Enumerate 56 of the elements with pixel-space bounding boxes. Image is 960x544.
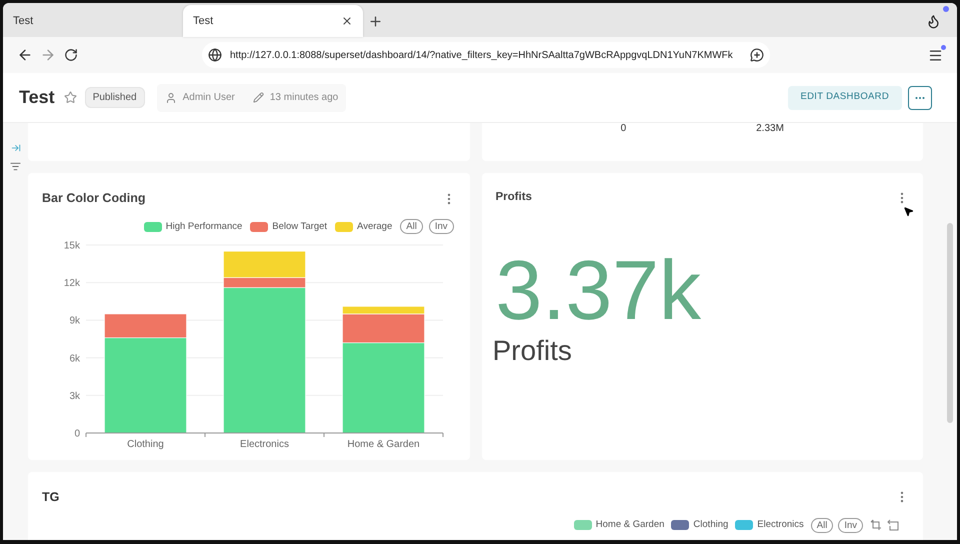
big-number: 3.37k <box>496 244 702 335</box>
bar-segment[interactable] <box>342 314 425 344</box>
filter-icon[interactable] <box>10 161 21 172</box>
chart-title: TG <box>42 489 60 506</box>
chat-icon[interactable] <box>750 48 764 62</box>
star-icon[interactable] <box>64 91 77 104</box>
legend-toggle[interactable]: All <box>810 518 834 533</box>
axis-tick-label: 9k <box>69 316 80 327</box>
big-number-subtitle: Profits <box>492 334 573 367</box>
legend-toggle[interactable]: Inv <box>838 518 863 533</box>
legend-label[interactable]: Below Target <box>272 220 328 234</box>
axis-category-label: Home & Garden <box>347 439 420 450</box>
axis-category-label: Electronics <box>240 439 289 450</box>
modified-time: 13 minutes ago <box>270 91 338 105</box>
axis-tick-label: 15k <box>64 240 80 252</box>
axis-tick-label: 6k <box>69 354 80 365</box>
axis-category-label: Clothing <box>127 439 164 450</box>
owner-name: Admin User <box>182 91 235 105</box>
legend-label[interactable]: Clothing <box>693 518 728 532</box>
status-tag: Published <box>84 87 145 108</box>
url-text: http://127.0.0.1:8088/superset/dashboard/14/?native_filters_key=HhNrSAaltta7gWBcRAppgvqLDN1YuN7KMWFk <box>230 48 734 62</box>
close-icon[interactable] <box>341 15 353 27</box>
axis-tick-label: 12k <box>64 278 80 290</box>
legend-toggle[interactable]: All <box>400 219 423 234</box>
forward-icon[interactable] <box>40 47 56 63</box>
axis-tick-label: 3k <box>69 391 80 402</box>
menu-icon[interactable] <box>928 48 943 62</box>
value-text: 2.33M <box>756 123 784 136</box>
address-field[interactable]: http://127.0.0.1:8088/superset/dashboard/14/?native_filters_key=HhNrSAaltta7gWBcRAppgvqLDN1YuN7KMWFk <box>202 42 770 68</box>
reload-icon[interactable] <box>64 48 78 62</box>
bar-segment[interactable] <box>104 314 187 338</box>
zoom-reset-icon[interactable] <box>887 519 899 532</box>
legend-label[interactable]: Home & Garden <box>596 518 664 532</box>
pencil-icon <box>252 92 264 103</box>
bar-segment[interactable] <box>223 278 306 288</box>
scrollbar-thumb[interactable] <box>947 223 953 423</box>
new-tab-icon[interactable] <box>368 14 383 29</box>
more-button[interactable] <box>908 86 932 110</box>
value-text: 0 <box>620 123 626 136</box>
chart-title: Bar Color Coding <box>42 190 146 208</box>
legend-toggle[interactable]: Inv <box>428 219 454 234</box>
expand-icon[interactable] <box>10 143 20 153</box>
legend-label[interactable]: High Performance <box>166 220 242 234</box>
dashboard-title: Test <box>19 86 55 109</box>
zoom-select-icon[interactable] <box>870 519 882 532</box>
cursor-icon <box>903 206 914 218</box>
browser-tab[interactable]: Test <box>183 5 363 37</box>
user-icon <box>164 92 177 104</box>
flame-icon[interactable] <box>926 14 941 29</box>
axis-tick-label: 0 <box>74 428 80 440</box>
globe-icon <box>208 48 222 62</box>
legend-label[interactable]: Average <box>357 220 392 234</box>
legend-label[interactable]: Electronics <box>757 518 804 532</box>
edit-dashboard-button[interactable]: EDIT DASHBOARD <box>788 86 902 110</box>
chart-title: Profits <box>496 190 532 206</box>
back-icon[interactable] <box>17 47 33 63</box>
